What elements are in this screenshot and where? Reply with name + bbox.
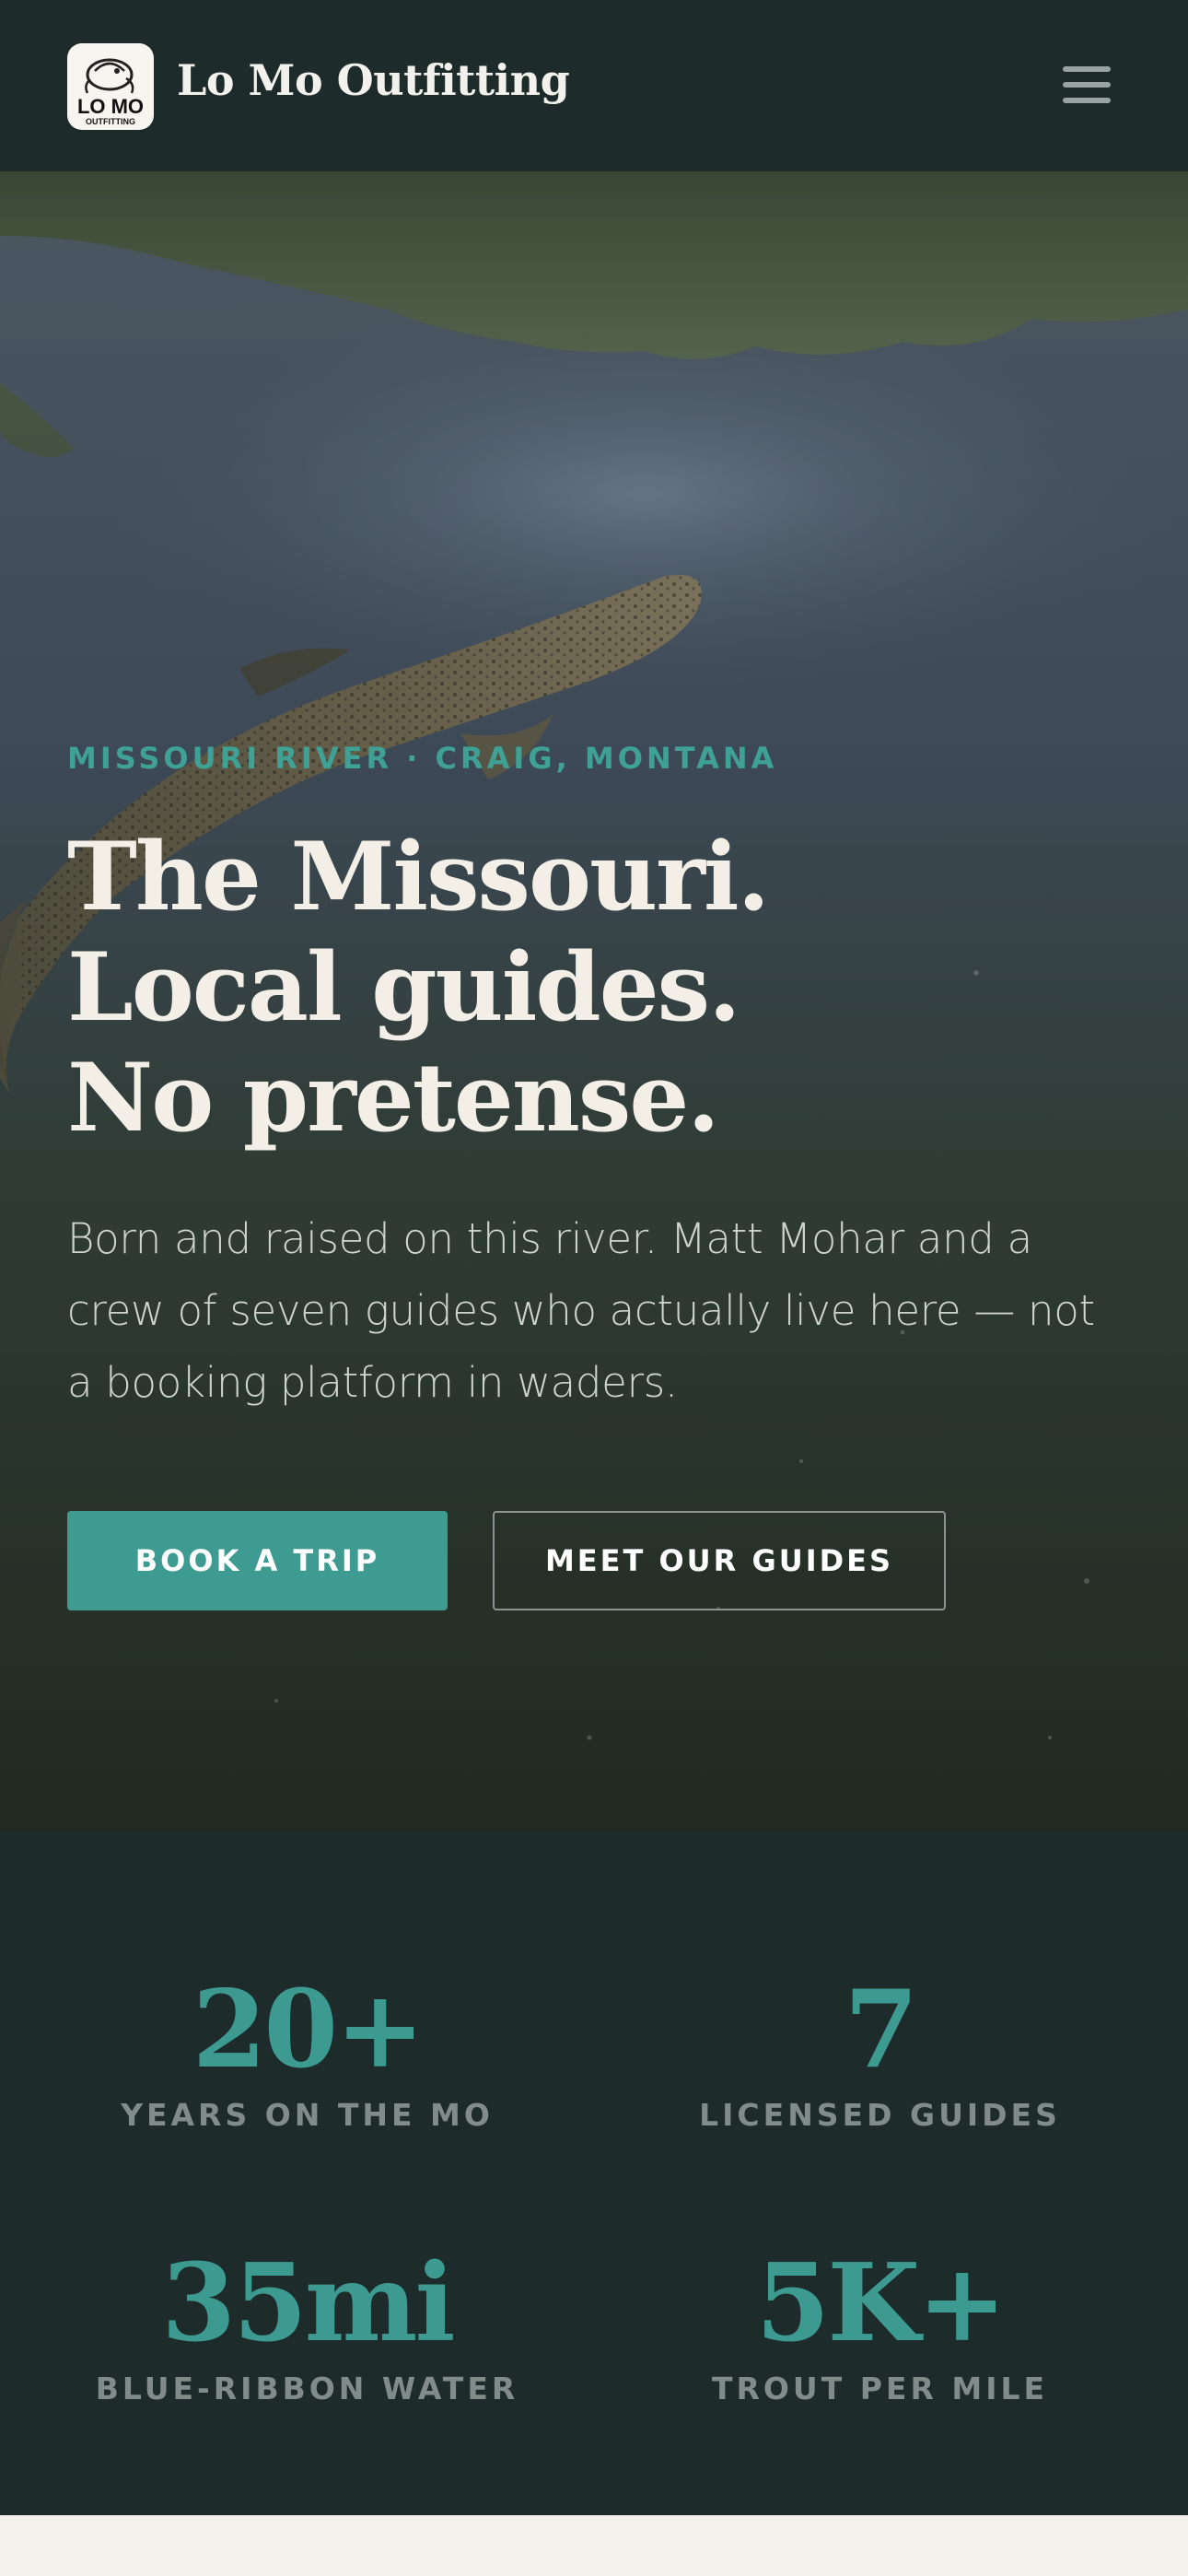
meet-our-guides-button[interactable]: MEET OUR GUIDES — [493, 1511, 946, 1610]
headline-line-1: The Missouri. — [67, 822, 770, 932]
logo-trout-icon: LO MO OUTFITTING — [77, 58, 144, 126]
headline-line-3: No pretense. — [67, 1043, 720, 1153]
hero-section: MISSOURI RIVER · CRAIG, MONTANA The Miss… — [0, 171, 1188, 1832]
stat-guides: 7 LICENSED GUIDES — [583, 1970, 1177, 2133]
brand-logo[interactable]: LO MO OUTFITTING — [67, 43, 154, 130]
stat-label: TROUT PER MILE — [711, 2371, 1049, 2406]
stat-water: 35mi BLUE-RIBBON WATER — [10, 2243, 604, 2406]
site-header: LO MO OUTFITTING Lo Mo Outfitting — [0, 0, 1188, 171]
stat-label: LICENSED GUIDES — [699, 2097, 1061, 2133]
hero-description: Born and raised on this river. Matt Moha… — [67, 1214, 1095, 1407]
brand-name[interactable]: Lo Mo Outfitting — [177, 55, 570, 105]
stat-years: 20+ YEARS ON THE MO — [10, 1970, 604, 2133]
hero-eyebrow: MISSOURI RIVER · CRAIG, MONTANA — [67, 741, 778, 776]
next-section-edge — [0, 2515, 1188, 2576]
hero-headline: The Missouri. Local guides. No pretense. — [67, 822, 1080, 1153]
stat-value: 7 — [844, 1967, 919, 2092]
hamburger-menu-icon[interactable] — [1059, 61, 1114, 109]
book-a-trip-button[interactable]: BOOK A TRIP — [67, 1511, 448, 1610]
stat-value: 35mi — [161, 2241, 455, 2366]
stat-label: YEARS ON THE MO — [121, 2097, 494, 2133]
stats-section: 20+ YEARS ON THE MO 7 LICENSED GUIDES 35… — [0, 1832, 1188, 2515]
stat-value: 20+ — [192, 1967, 425, 2092]
svg-text:OUTFITTING: OUTFITTING — [86, 117, 135, 126]
svg-text:LO MO: LO MO — [77, 95, 144, 118]
stat-value: 5K+ — [755, 2241, 1007, 2366]
stat-trout: 5K+ TROUT PER MILE — [583, 2243, 1177, 2406]
headline-line-2: Local guides. — [67, 932, 741, 1043]
stat-label: BLUE-RIBBON WATER — [95, 2371, 519, 2406]
